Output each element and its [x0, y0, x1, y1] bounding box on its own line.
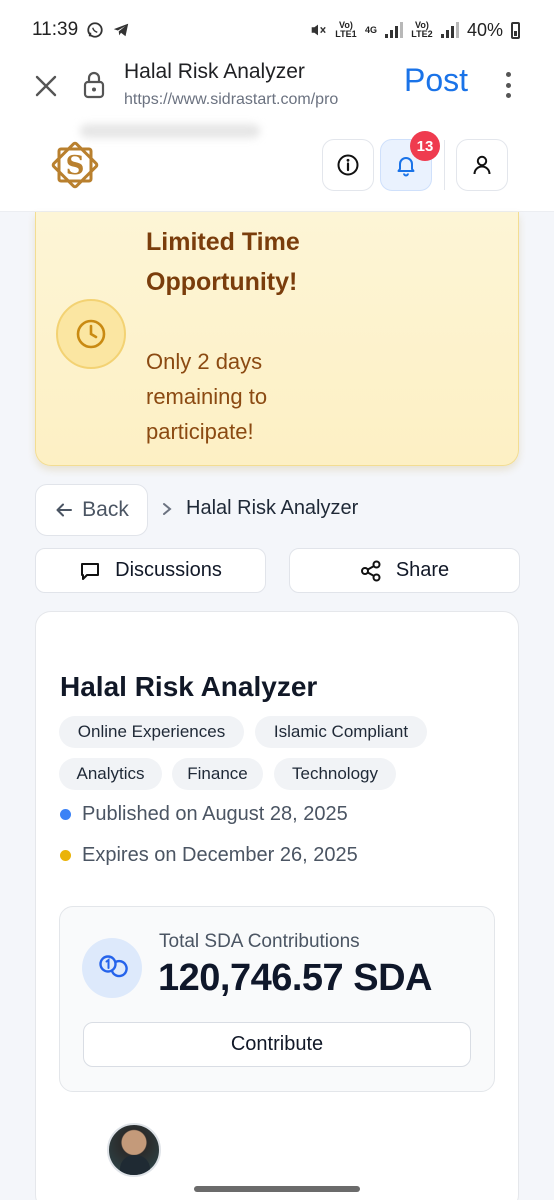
tag-chip[interactable]: Analytics — [59, 758, 162, 790]
contribute-button[interactable]: Contribute — [83, 1022, 471, 1067]
status-time: 11:39 — [32, 19, 79, 40]
info-button[interactable] — [322, 139, 374, 191]
close-icon[interactable] — [32, 72, 60, 100]
tag-chip[interactable]: Islamic Compliant — [255, 716, 427, 748]
banner-title: Limited Time Opportunity! — [146, 228, 300, 296]
tag-chip[interactable]: Online Experiences — [59, 716, 244, 748]
arrow-left-icon — [56, 503, 73, 517]
post-button[interactable]: Post — [404, 62, 468, 99]
message-icon — [81, 562, 100, 580]
share-label: Share — [395, 559, 450, 581]
discussions-label: Discussions — [115, 559, 222, 581]
expires-text: Expires on December 26, 2025 — [82, 844, 358, 866]
blurred-area — [80, 124, 260, 138]
mute-icon — [311, 24, 326, 36]
expires-date: Expires on December 26, 2025 — [60, 844, 358, 867]
svg-text:S: S — [66, 151, 85, 181]
info-icon — [337, 154, 359, 176]
lock-icon[interactable] — [82, 70, 106, 100]
clock-icon — [56, 299, 126, 369]
browser-toolbar: Halal Risk Analyzer https://www.sidrasta… — [0, 60, 554, 116]
user-icon — [473, 155, 491, 175]
share-icon — [360, 560, 381, 581]
telegram-icon — [113, 23, 129, 37]
back-button[interactable]: Back — [35, 484, 148, 536]
breadcrumb-current: Halal Risk Analyzer — [186, 497, 359, 519]
contributions-value: 120,746.57 SDA — [158, 957, 432, 999]
tag-chip[interactable]: Technology — [274, 758, 396, 790]
sidra-logo-icon[interactable]: S — [48, 138, 102, 192]
published-text: Published on August 28, 2025 — [82, 803, 348, 825]
chevron-right-icon — [163, 503, 172, 515]
tag-chip[interactable]: Finance — [172, 758, 263, 790]
signal-1-icon — [384, 22, 403, 38]
signal-2-icon — [440, 22, 459, 38]
banner-subtitle: Only 2 days remaining to participate! — [146, 349, 268, 444]
home-indicator[interactable] — [194, 1186, 360, 1192]
project-title: Halal Risk Analyzer — [60, 671, 318, 702]
share-button[interactable]: Share — [289, 548, 520, 593]
page-title: Halal Risk Analyzer — [124, 60, 305, 83]
profile-button[interactable] — [456, 139, 508, 191]
network-1-label: Vo) LTE1 — [335, 20, 357, 39]
battery-percent: 40% — [466, 19, 503, 40]
battery-icon — [511, 21, 520, 39]
url-text[interactable]: https://www.sidrastart.com/pro — [124, 91, 388, 109]
network-2-label: Vo) LTE2 — [411, 20, 433, 39]
published-date: Published on August 28, 2025 — [60, 803, 348, 826]
header-divider — [444, 140, 445, 190]
coins-icon — [82, 938, 142, 998]
avatar[interactable] — [107, 1123, 161, 1177]
network-4g-label: 4G — [364, 24, 377, 35]
back-label: Back — [82, 498, 129, 521]
discussions-button[interactable]: Discussions — [35, 548, 266, 593]
more-options-icon[interactable] — [498, 70, 518, 100]
status-bar: 11:39 Vo) LTE1 4G Vo) LTE2 40% — [0, 0, 554, 60]
published-dot-icon — [60, 809, 71, 820]
whatsapp-icon — [87, 22, 103, 38]
notification-count-badge: 13 — [410, 131, 440, 161]
contributions-label: Total SDA Contributions — [159, 931, 360, 952]
expires-dot-icon — [60, 850, 71, 861]
